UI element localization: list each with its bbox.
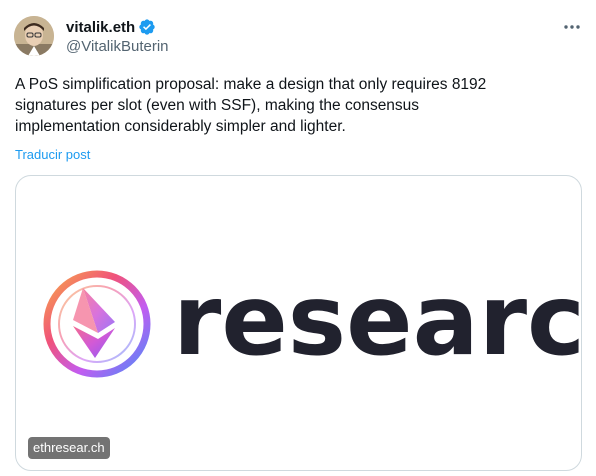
link-preview-card[interactable]: research ethresear.ch <box>15 175 582 471</box>
card-headline-word: research <box>173 264 582 378</box>
card-domain-badge: ethresear.ch <box>28 437 110 459</box>
translate-post-link[interactable]: Traducir post <box>15 147 90 162</box>
tweet-text: A PoS simplification proposal: make a de… <box>15 76 487 135</box>
verified-badge-icon[interactable] <box>138 18 156 36</box>
tweet: vitalik.eth @VitalikButerin A PoS simpli… <box>0 0 596 476</box>
ethresearch-logo-icon <box>43 270 151 378</box>
author-handle[interactable]: @VitalikButerin <box>66 38 169 55</box>
display-name[interactable]: vitalik.eth <box>66 19 135 36</box>
avatar[interactable] <box>14 16 54 56</box>
author-name-row: vitalik.eth <box>66 17 156 37</box>
more-options-icon[interactable] <box>561 17 583 37</box>
